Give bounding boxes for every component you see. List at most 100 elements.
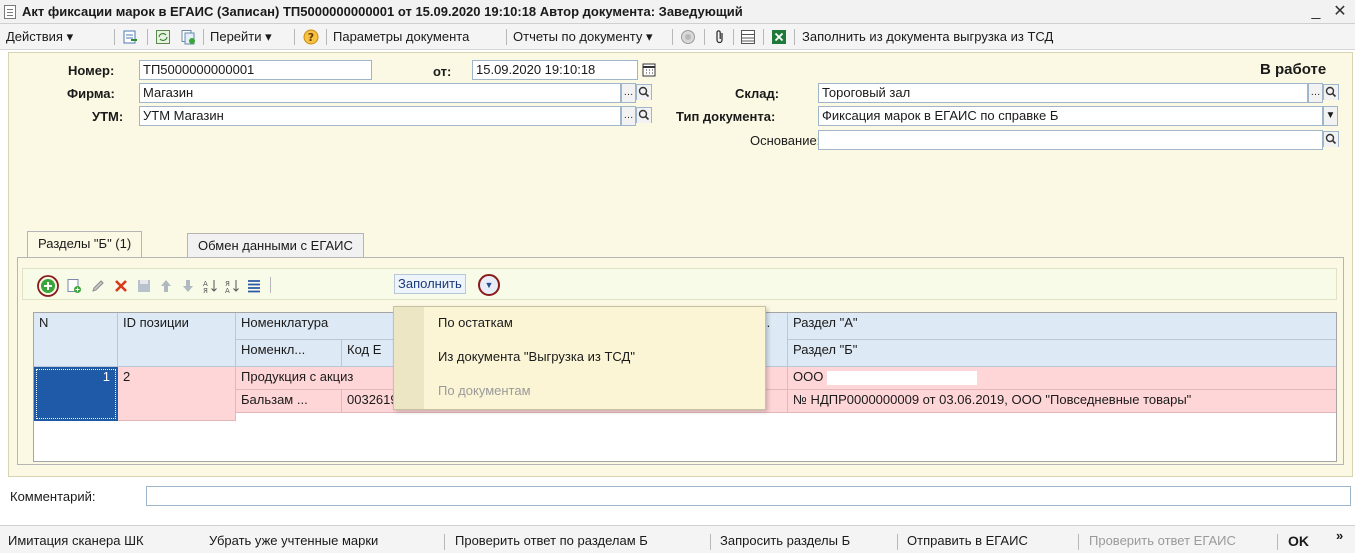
utm-field[interactable]: УТМ Магазин bbox=[139, 106, 621, 126]
delete-icon[interactable] bbox=[113, 278, 129, 294]
menu-item-from-tsd-document[interactable]: Из документа "Выгрузка из ТСД" bbox=[438, 349, 635, 364]
comment-field[interactable] bbox=[146, 486, 1351, 506]
menu-item-by-stock[interactable]: По остаткам bbox=[438, 315, 513, 330]
firm-search-icon[interactable] bbox=[636, 84, 652, 100]
toolbar-separator bbox=[710, 534, 711, 550]
stop-icon[interactable] bbox=[680, 29, 696, 45]
utm-search-icon[interactable] bbox=[636, 107, 652, 123]
row-nomenclature-cell[interactable]: Бальзам ... bbox=[236, 390, 342, 413]
utm-select-button[interactable]: … bbox=[621, 106, 636, 126]
toolbar-separator bbox=[294, 29, 295, 45]
date-field[interactable]: 15.09.2020 19:10:18 bbox=[472, 60, 638, 80]
row-section-b-cell[interactable]: № НДПР0000000009 от 03.06.2019, ООО "Пов… bbox=[788, 390, 1336, 413]
toolbar-separator bbox=[444, 534, 445, 550]
basis-label: Основание: bbox=[750, 133, 821, 148]
list-settings-icon[interactable] bbox=[246, 278, 262, 294]
document-icon bbox=[4, 5, 16, 19]
svg-text:А: А bbox=[225, 287, 230, 294]
edit-pencil-icon[interactable] bbox=[90, 278, 106, 294]
column-header-id[interactable]: ID позиции bbox=[118, 313, 236, 367]
toolbar-separator bbox=[114, 29, 115, 45]
toolbar-separator bbox=[506, 29, 507, 45]
ok-button[interactable]: OK bbox=[1288, 532, 1309, 550]
save-icon bbox=[138, 280, 150, 292]
toolbar-separator bbox=[763, 29, 764, 45]
help-icon[interactable]: ? bbox=[303, 29, 319, 45]
firm-select-button[interactable]: … bbox=[621, 83, 636, 103]
basis-field[interactable] bbox=[818, 130, 1323, 150]
warehouse-search-icon[interactable] bbox=[1323, 84, 1339, 100]
scanner-imitation-button[interactable]: Имитация сканера ШК bbox=[8, 532, 144, 550]
copy-row-icon[interactable] bbox=[66, 278, 82, 294]
minimize-button[interactable]: _ bbox=[1306, 2, 1326, 22]
toolbar-separator bbox=[897, 534, 898, 550]
title-bar: Акт фиксации марок в ЕГАИС (Записан) ТП5… bbox=[0, 0, 1355, 24]
structure-icon[interactable] bbox=[740, 29, 756, 45]
doc-type-field[interactable]: Фиксация марок в ЕГАИС по справке Б bbox=[818, 106, 1323, 126]
document-reports-menu[interactable]: Отчеты по документу ▾ bbox=[513, 28, 653, 46]
basis-search-icon[interactable] bbox=[1323, 131, 1339, 147]
sort-ascending-icon[interactable]: АЯ bbox=[202, 278, 218, 294]
fill-button[interactable]: Заполнить bbox=[394, 274, 466, 294]
warehouse-field[interactable]: Тороговый зал bbox=[818, 83, 1308, 103]
more-actions-button[interactable]: » bbox=[1336, 527, 1343, 545]
request-sections-b-button[interactable]: Запросить разделы Б bbox=[720, 532, 850, 550]
post-document-icon[interactable] bbox=[122, 29, 138, 45]
remove-counted-marks-button[interactable]: Убрать уже учтенные марки bbox=[209, 532, 378, 550]
toolbar: Действия ▾ Перейти ▾ ? Параметры докумен… bbox=[0, 24, 1355, 50]
tab-egais-exchange[interactable]: Обмен данными с ЕГАИС bbox=[187, 233, 364, 257]
doc-type-label: Тип документа: bbox=[676, 109, 776, 124]
move-down-icon bbox=[183, 280, 193, 292]
comment-label: Комментарий: bbox=[10, 489, 96, 504]
row-number-cell[interactable]: 1 bbox=[34, 367, 118, 421]
send-to-egais-button[interactable]: Отправить в ЕГАИС bbox=[907, 532, 1028, 550]
toolbar-separator bbox=[203, 29, 204, 45]
number-field[interactable]: ТП5000000000001 bbox=[139, 60, 372, 80]
number-label: Номер: bbox=[68, 63, 115, 78]
toolbar-separator bbox=[704, 29, 705, 45]
firm-field[interactable]: Магазин bbox=[139, 83, 621, 103]
fill-dropdown-menu: По остаткам Из документа "Выгрузка из ТС… bbox=[393, 306, 766, 410]
column-header-nomenclature-short[interactable]: Номенкл... bbox=[236, 340, 342, 367]
column-header-section-b[interactable]: Раздел "Б" bbox=[788, 340, 1336, 367]
column-header-section-a[interactable]: Раздел "А" bbox=[788, 313, 1336, 340]
column-header-n[interactable]: N bbox=[34, 313, 118, 367]
warehouse-select-button[interactable]: … bbox=[1308, 83, 1323, 103]
check-sections-b-button[interactable]: Проверить ответ по разделам Б bbox=[455, 532, 648, 550]
svg-text:?: ? bbox=[308, 31, 314, 44]
date-label: от: bbox=[433, 64, 452, 79]
calendar-icon[interactable] bbox=[641, 62, 657, 78]
attachment-icon[interactable] bbox=[712, 29, 728, 45]
fill-from-tsd-button[interactable]: Заполнить из документа выгрузка из ТСД bbox=[802, 28, 1053, 46]
document-parameters-button[interactable]: Параметры документа bbox=[333, 28, 469, 46]
add-row-icon[interactable] bbox=[37, 275, 59, 297]
fill-dropdown-button[interactable]: ▼ bbox=[478, 274, 500, 296]
copy-document-icon[interactable] bbox=[180, 29, 196, 45]
row-section-a-text: ООО bbox=[793, 369, 824, 384]
sort-descending-icon[interactable]: ЯА bbox=[224, 278, 240, 294]
actions-menu[interactable]: Действия ▾ bbox=[6, 28, 73, 46]
bottom-action-bar: Имитация сканера ШК Убрать уже учтенные … bbox=[0, 525, 1355, 553]
excel-icon[interactable] bbox=[771, 29, 787, 45]
toolbar-separator bbox=[270, 277, 271, 293]
toolbar-separator bbox=[326, 29, 327, 45]
row-section-a-cell[interactable]: ООО bbox=[788, 367, 1336, 390]
table-toolbar bbox=[22, 268, 1337, 300]
menu-item-by-documents: По документам bbox=[438, 383, 531, 398]
doc-type-dropdown-button[interactable]: ▼ bbox=[1323, 106, 1338, 126]
column-header-code[interactable]: Код Е bbox=[342, 340, 396, 367]
refresh-icon[interactable] bbox=[155, 29, 171, 45]
tab-sections-b[interactable]: Разделы "Б" (1) bbox=[27, 231, 143, 257]
check-egais-response-button: Проверить ответ ЕГАИС bbox=[1089, 533, 1236, 548]
row-id-cell[interactable]: 2 bbox=[118, 367, 236, 421]
goto-menu[interactable]: Перейти ▾ bbox=[210, 28, 272, 46]
toolbar-separator bbox=[147, 29, 148, 45]
toolbar-separator bbox=[794, 29, 795, 45]
toolbar-separator bbox=[1277, 534, 1278, 550]
redacted-block bbox=[827, 370, 978, 385]
menu-icon-strip bbox=[394, 307, 424, 409]
column-header-nomenclature[interactable]: Номенклатура bbox=[236, 313, 396, 340]
firm-label: Фирма: bbox=[67, 86, 115, 101]
close-button[interactable]: ✕ bbox=[1330, 2, 1350, 22]
warehouse-label: Склад: bbox=[735, 86, 780, 101]
